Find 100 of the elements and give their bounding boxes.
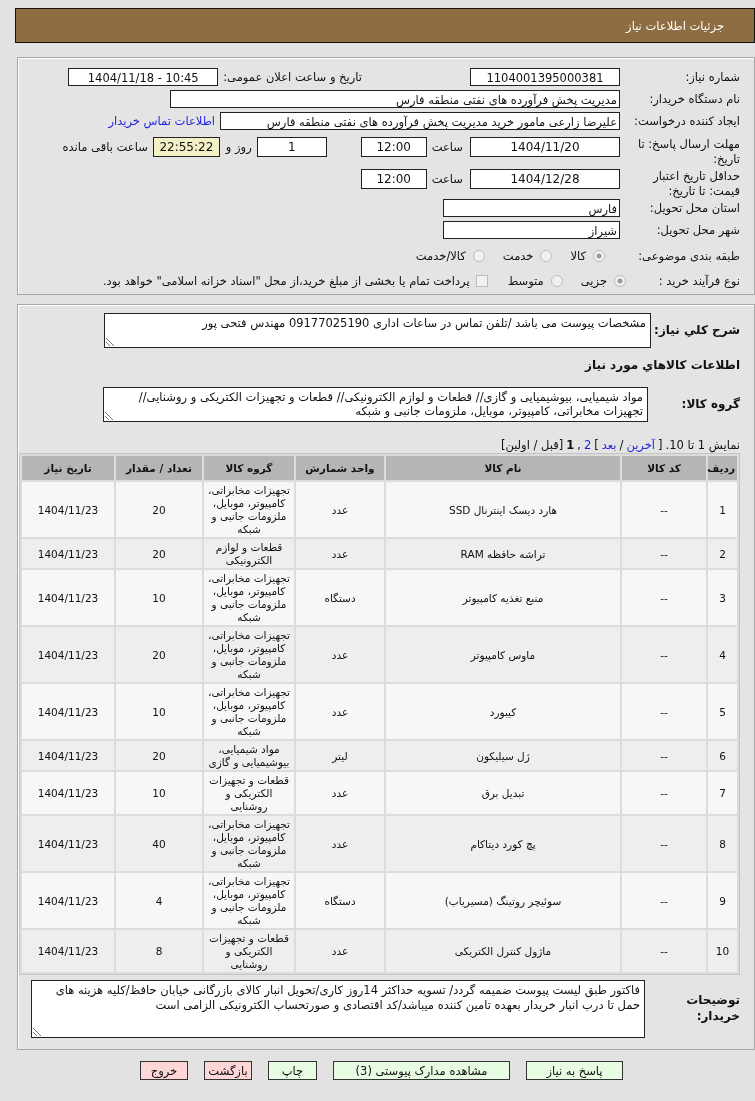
table-cell: 10 [116, 772, 202, 814]
field-label: طبقه بندی موضوعی: [637, 248, 740, 264]
field-label: ایجاد کننده درخواست: [633, 113, 740, 129]
field-label: روز و [225, 140, 252, 154]
input-field[interactable]: مدیریت پخش فرآورده های نفتی منطقه فارس [170, 90, 620, 108]
table-cell: دستگاه [296, 873, 384, 928]
table-cell: 2 [708, 539, 737, 568]
table-cell: کیبورد [386, 684, 620, 739]
exit-button[interactable]: خروج [140, 1061, 188, 1080]
input-field[interactable]: 1104001395000381 [470, 68, 620, 86]
option-label: خدمت [502, 249, 534, 263]
table-cell: 1404/11/23 [22, 741, 114, 770]
field-label: تاریخ و ساعت اعلان عمومی: [223, 70, 362, 84]
radio-button[interactable] [472, 250, 485, 262]
table-cell: 1404/11/23 [22, 816, 114, 871]
buyer-notes-field[interactable]: فاکتور طبق لیست پیوست ضمیمه گردد/ تسویه حداکثر 14روز کاری/تحویل انبار کالای بازرگانی خیابان حافظ/کلیه هزینه های حمل تا درب انبار خریدار بعهده تامین کننده میباشد/کد اقتصادی و صورتحساب الکترونیکی الزامی است [31, 980, 645, 1038]
table-cell: -- [622, 684, 706, 739]
option-label: کالا/خدمت [415, 249, 466, 263]
table-cell: عدد [296, 930, 384, 972]
column-header: کد کالا [622, 456, 706, 480]
pagination-text: [ [658, 438, 663, 452]
field-label: ساعت [431, 172, 463, 186]
input-field[interactable]: فارس [443, 199, 620, 217]
radio-button[interactable] [614, 275, 626, 287]
table-cell: عدد [296, 772, 384, 814]
option-label: جزیی [580, 274, 607, 288]
table-cell: -- [622, 570, 706, 625]
checkbox[interactable] [475, 275, 488, 287]
page-link[interactable]: آخرین [626, 438, 655, 452]
table-cell: تجهیزات مخابراتی، کامپیوتر، موبایل، ملزومات جانبی و شبکه [204, 482, 294, 537]
table-cell: 10 [116, 570, 202, 625]
time-field[interactable]: 12:00 [360, 169, 427, 189]
countdown-field: 22:55:22 [152, 137, 220, 157]
table-cell: 1404/11/23 [22, 772, 114, 814]
pagination-text: ] [594, 438, 599, 452]
field-label: ساعت باقی مانده [62, 140, 148, 154]
input-field[interactable]: 1404/11/18 - 10:45 [68, 68, 219, 86]
table-cell: -- [622, 539, 706, 568]
table-cell: هارد دیسک اینترنال SSD [386, 482, 620, 537]
table-cell: تجهیزات مخابراتی، کامپیوتر، موبایل، ملزومات جانبی و شبکه [204, 570, 294, 625]
table-cell: تبدیل برق [386, 772, 620, 814]
days-field[interactable]: 1 [256, 137, 327, 157]
table-cell: دستگاه [296, 570, 384, 625]
print-button[interactable]: چاپ [268, 1061, 317, 1080]
table-cell: تراشه حافظه RAM [386, 539, 620, 568]
table-cell: ماوس کامپیوتر [386, 627, 620, 682]
table-cell: قطعات و لوازم الکترونیکی [204, 539, 294, 568]
table-cell: -- [622, 772, 706, 814]
table-cell: تجهیزات مخابراتی، کامپیوتر، موبایل، ملزومات جانبی و شبکه [204, 873, 294, 928]
table-cell: قطعات و تجهیزات الکتریکی و روشنایی [204, 930, 294, 972]
field-label: شماره نیاز: [684, 69, 740, 85]
table-cell: 4 [708, 627, 737, 682]
description-field[interactable]: مشخصات پیوست می باشد /تلفن تماس در ساعات اداری 09177025190 مهندس فتحی پور [104, 313, 651, 348]
resize-grip-icon[interactable] [105, 412, 113, 420]
field-label: حداقل تاریخ اعتبار قیمت: تا تاریخ: [651, 169, 740, 199]
table-cell: عدد [296, 816, 384, 871]
table-cell: 1404/11/23 [22, 873, 114, 928]
table-cell: ژل سیلیکون [386, 741, 620, 770]
goods-group-field[interactable]: مواد شیمیایی، بیوشیمیایی و گازی// قطعات و لوازم الکترونیکی// قطعات و تجهیزات الکتریکی و روشنایی// تجهیزات مخابراتی، کامپیوتر، موبایل، ملزومات جانبی و شبکه [103, 387, 648, 422]
table-cell: 8 [708, 816, 737, 871]
option-label: کالا [570, 249, 586, 263]
page-title: جزئیات اطلاعات نیاز [626, 18, 724, 33]
table-cell: 1404/11/23 [22, 684, 114, 739]
field-label: نوع فرآیند خرید : [657, 273, 740, 289]
date-field[interactable]: 1404/12/28 [470, 169, 620, 189]
input-field[interactable]: علیرضا زارعی مامور خرید مدیریت پخش فرآورده های نفتی منطقه فارس [220, 112, 620, 130]
resize-grip-icon[interactable] [106, 338, 114, 346]
table-cell: تجهیزات مخابراتی، کامپیوتر، موبایل، ملزومات جانبی و شبکه [204, 816, 294, 871]
reply-button[interactable]: پاسخ به نیاز [526, 1061, 623, 1080]
pagination-text: / [619, 438, 624, 452]
column-header: ردیف [708, 456, 737, 480]
table-cell: 20 [116, 741, 202, 770]
table-cell: عدد [296, 627, 384, 682]
table-cell: -- [622, 816, 706, 871]
field-label: توضیحات خریدار: [685, 992, 740, 1024]
date-field[interactable]: 1404/11/20 [470, 137, 620, 157]
resize-grip-icon[interactable] [33, 1028, 41, 1036]
table-cell: 1404/11/23 [22, 930, 114, 972]
field-label: ساعت [431, 140, 463, 154]
radio-button[interactable] [540, 250, 553, 262]
radio-button[interactable] [593, 250, 605, 262]
table-cell: سوئیچر روتینگ (مسیریاب) [386, 873, 620, 928]
attachments-button[interactable]: مشاهده مدارک پیوستی (3) [333, 1061, 510, 1080]
time-field[interactable]: 12:00 [360, 137, 427, 157]
table-cell: 20 [116, 627, 202, 682]
table-cell: 3 [708, 570, 737, 625]
table-cell: تجهیزات مخابراتی، کامپیوتر، موبایل، ملزومات جانبی و شبکه [204, 684, 294, 739]
contact-link[interactable]: اطلاعات تماس خریدار [108, 114, 215, 128]
current-page: 1 [566, 438, 575, 452]
back-button[interactable]: بازگشت [204, 1061, 252, 1080]
page-link[interactable]: بعد [601, 438, 617, 452]
radio-button[interactable] [550, 275, 563, 287]
table-cell: قطعات و تجهیزات الکتریکی و روشنایی [204, 772, 294, 814]
table-cell: 1404/11/23 [22, 482, 114, 537]
table-cell: 6 [708, 741, 737, 770]
table-cell: ماژول کنترل الکتریکی [386, 930, 620, 972]
page-link[interactable]: 2 [583, 438, 592, 452]
input-field[interactable]: شیراز [443, 221, 620, 239]
table-cell: مواد شیمیایی، بیوشیمیایی و گازی [204, 741, 294, 770]
section-heading: اطلاعات كالاهاي مورد نياز [583, 357, 740, 374]
